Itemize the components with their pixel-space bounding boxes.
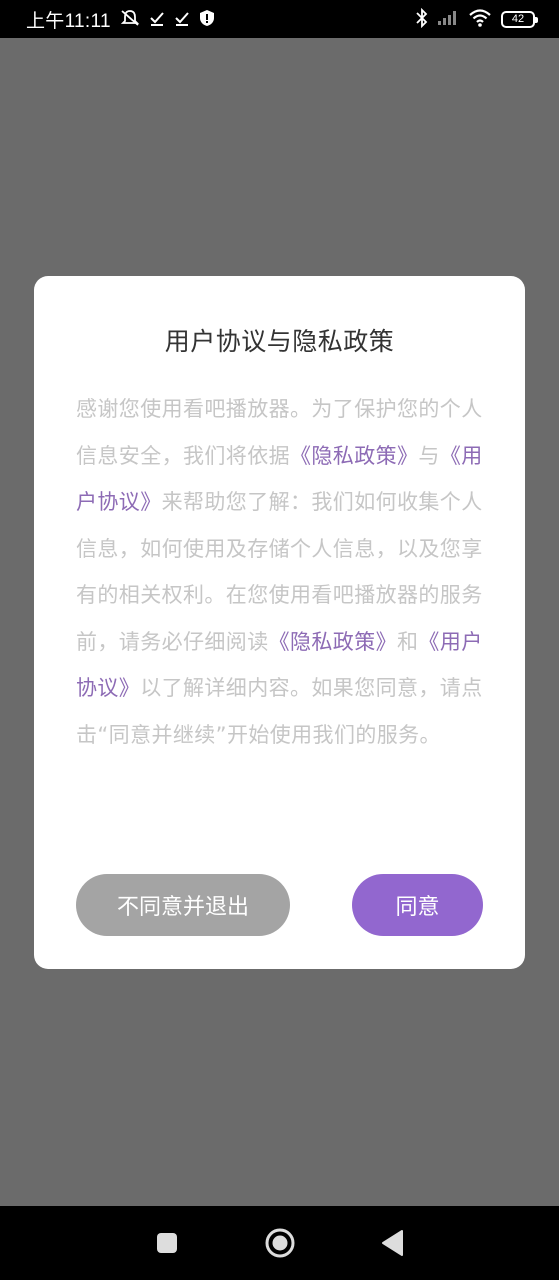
privacy-policy-link[interactable]: 《隐私政策》 <box>269 630 397 654</box>
dialog-title: 用户协议与隐私政策 <box>164 327 395 356</box>
battery-icon: 42 <box>501 10 538 28</box>
check-icon <box>149 10 165 29</box>
status-right: 42 <box>416 7 538 31</box>
square-icon <box>156 1233 177 1253</box>
body-text: 和 <box>397 629 419 654</box>
wifi-icon <box>468 8 492 30</box>
back-button[interactable] <box>373 1223 413 1263</box>
status-bar: 上午11:11 42 <box>0 0 559 38</box>
triangle-back-icon <box>381 1230 403 1256</box>
privacy-dialog: 用户协议与隐私政策 感谢您使用看吧播放器。为了保护您的个人信息安全，我们将依据《… <box>34 276 525 969</box>
status-left: 上午11:11 <box>26 6 215 33</box>
signal-icon <box>437 10 459 29</box>
recents-button[interactable] <box>147 1223 187 1263</box>
decline-and-exit-button[interactable]: 不同意并退出 <box>76 874 290 936</box>
dialog-body: 感谢您使用看吧播放器。为了保护您的个人信息安全，我们将依据《隐私政策》与《用户协… <box>76 386 486 758</box>
check-icon <box>174 10 190 29</box>
home-button[interactable] <box>260 1223 300 1263</box>
bluetooth-icon <box>416 7 428 31</box>
navigation-bar <box>0 1206 559 1280</box>
body-text: 与 <box>418 443 440 468</box>
shield-icon <box>199 9 215 30</box>
privacy-policy-link[interactable]: 《隐私政策》 <box>290 444 418 468</box>
circle-icon <box>265 1228 294 1258</box>
agree-button[interactable]: 同意 <box>352 874 483 936</box>
mute-icon <box>120 9 140 30</box>
status-time: 上午11:11 <box>26 10 111 32</box>
